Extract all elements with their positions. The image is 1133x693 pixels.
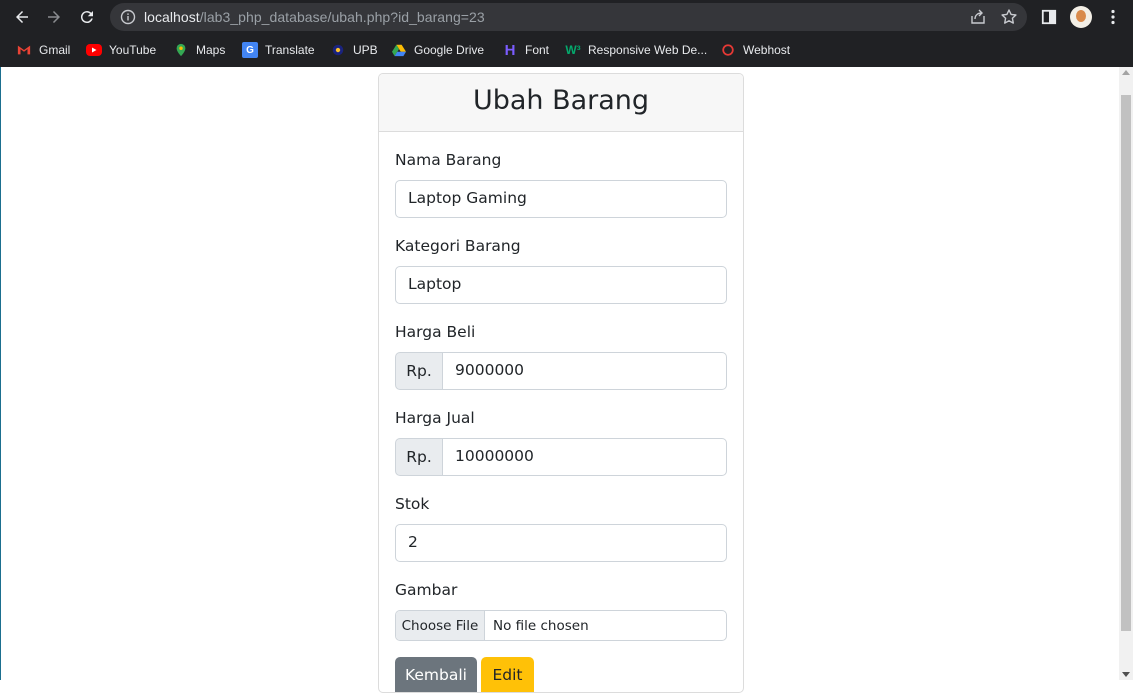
card-header: Ubah Barang — [379, 74, 743, 132]
harga-beli-group: Rp. 9000000 — [395, 352, 727, 390]
browser-chrome: localhost/lab3_php_database/ubah.php?id_… — [0, 0, 1133, 67]
bookmark-label: Responsive Web De... — [588, 43, 708, 57]
bookmark-youtube[interactable]: YouTube — [86, 41, 156, 59]
scroll-down-arrow-icon[interactable] — [1122, 672, 1130, 677]
stok-input[interactable]: 2 — [395, 524, 727, 562]
file-status: No file chosen — [493, 617, 589, 634]
bookmark-label: Webhost — [743, 43, 791, 57]
forward-icon[interactable] — [42, 5, 66, 29]
gambar-label: Gambar — [395, 581, 458, 599]
maps-icon — [173, 42, 189, 58]
bookmark-label: Maps — [196, 43, 226, 57]
gmail-icon — [16, 42, 32, 58]
bookmark-maps[interactable]: Maps — [173, 41, 225, 59]
bookmark-upb[interactable]: UPB — [330, 41, 378, 59]
bookmark-star-icon[interactable] — [1000, 8, 1018, 26]
w3-icon: W³ — [565, 43, 581, 57]
bookmark-gmail[interactable]: Gmail — [16, 41, 70, 59]
bookmark-label: Translate — [265, 43, 315, 57]
profile-avatar[interactable] — [1070, 6, 1092, 28]
bookmark-google-drive[interactable]: Google Drive — [391, 41, 484, 59]
bookmark-label: Google Drive — [414, 43, 485, 57]
bookmark-font[interactable]: H Font — [502, 41, 549, 59]
nama-barang-input[interactable]: Laptop Gaming — [395, 180, 727, 218]
browser-toolbar: localhost/lab3_php_database/ubah.php?id_… — [0, 0, 1133, 34]
side-panel-icon[interactable] — [1038, 6, 1060, 28]
vertical-scrollbar[interactable] — [1119, 67, 1133, 680]
google-drive-icon — [391, 42, 407, 58]
harga-beli-input[interactable]: 9000000 — [443, 352, 727, 390]
bookmark-responsive-web-design[interactable]: W³ Responsive Web De... — [565, 41, 707, 59]
nama-barang-label: Nama Barang — [395, 151, 502, 169]
bookmark-label: UPB — [353, 43, 378, 57]
kembali-button[interactable]: Kembali — [395, 657, 477, 692]
scroll-thumb[interactable] — [1121, 95, 1131, 631]
bookmark-label: Font — [525, 43, 550, 57]
harga-jual-group: Rp. 10000000 — [395, 438, 727, 476]
edit-button[interactable]: Edit — [481, 657, 534, 692]
kategori-barang-input[interactable]: Laptop — [395, 266, 727, 304]
upb-icon — [330, 42, 346, 58]
back-icon[interactable] — [10, 5, 34, 29]
webhost-icon — [720, 42, 736, 58]
site-info-icon[interactable] — [120, 9, 136, 25]
url-host: localhost — [144, 9, 200, 25]
edit-item-card: Ubah Barang Nama Barang Laptop Gaming Ka… — [378, 73, 744, 693]
address-bar[interactable]: localhost/lab3_php_database/ubah.php?id_… — [110, 3, 1027, 31]
bookmark-webhost[interactable]: Webhost — [720, 41, 790, 59]
bookmarks-bar: Gmail YouTube Maps G Translate UPB Google… — [0, 34, 1133, 67]
bookmark-label: YouTube — [109, 43, 157, 57]
share-icon[interactable] — [969, 8, 987, 26]
stok-label: Stok — [395, 495, 430, 513]
youtube-icon — [86, 44, 102, 56]
url-path: /lab3_php_database/ubah.php?id_barang=23 — [199, 9, 485, 25]
font-icon: H — [504, 41, 516, 59]
scroll-up-arrow-icon[interactable] — [1122, 70, 1130, 75]
harga-jual-label: Harga Jual — [395, 409, 475, 427]
url-text: localhost/lab3_php_database/ubah.php?id_… — [144, 9, 485, 25]
harga-jual-input[interactable]: 10000000 — [443, 438, 727, 476]
harga-beli-currency-prefix: Rp. — [395, 352, 443, 390]
harga-jual-currency-prefix: Rp. — [395, 438, 443, 476]
gambar-file-input[interactable]: Choose File No file chosen — [395, 610, 727, 641]
menu-kebab-icon[interactable] — [1102, 6, 1124, 28]
reload-icon[interactable] — [75, 5, 99, 29]
translate-icon: G — [242, 42, 258, 58]
choose-file-button[interactable]: Choose File — [396, 611, 485, 640]
bookmark-translate[interactable]: G Translate — [242, 41, 315, 59]
bookmark-label: Gmail — [39, 43, 71, 57]
page-viewport: Ubah Barang Nama Barang Laptop Gaming Ka… — [0, 67, 1133, 693]
kategori-barang-label: Kategori Barang — [395, 237, 521, 255]
harga-beli-label: Harga Beli — [395, 323, 476, 341]
page-title: Ubah Barang — [472, 85, 650, 116]
